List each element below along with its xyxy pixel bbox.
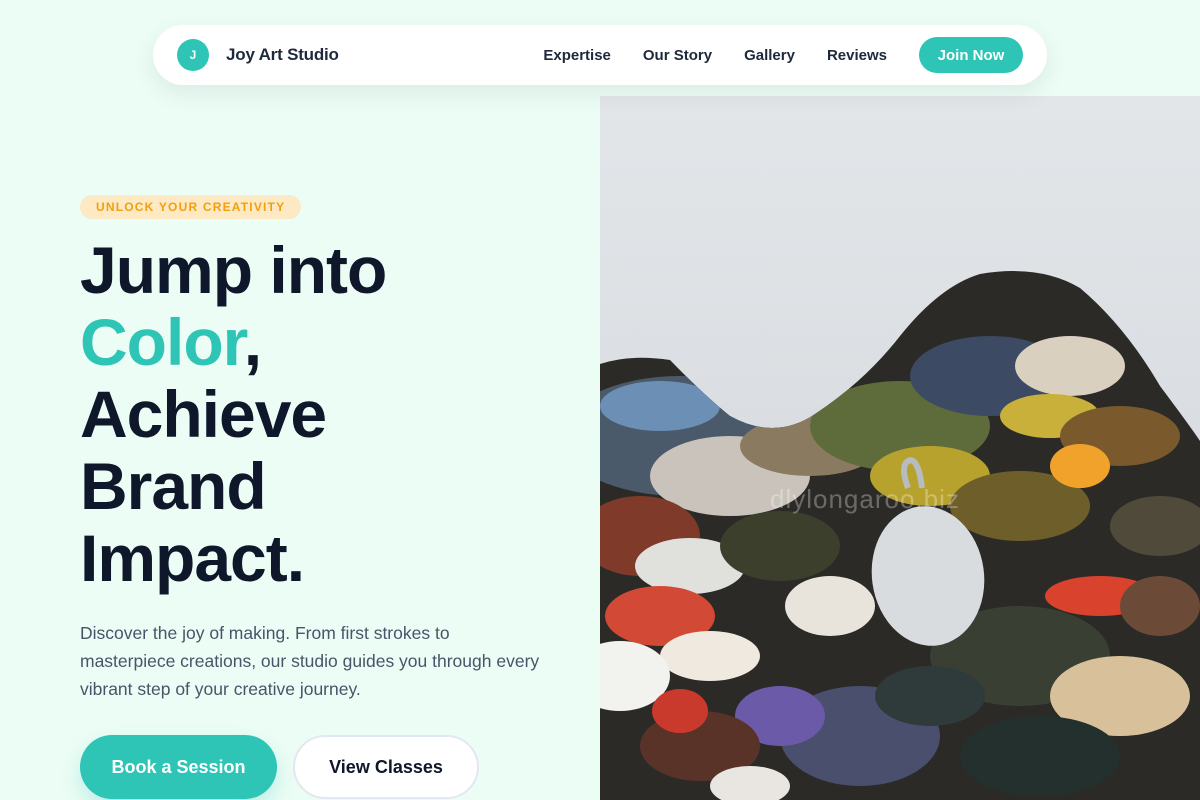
hero-headline: Jump into Color, Achieve Brand Impact. bbox=[80, 234, 580, 594]
paint-palette-illustration: dlylongaroo.biz bbox=[600, 96, 1200, 800]
hero-description: Discover the joy of making. From first s… bbox=[80, 623, 540, 699]
brand[interactable]: J Joy Art Studio bbox=[177, 39, 339, 71]
headline-line-5: Impact. bbox=[80, 521, 305, 595]
nav-link-expertise[interactable]: Expertise bbox=[543, 47, 611, 64]
brand-logo-icon: J bbox=[177, 39, 209, 71]
hero-image-paint-palette: dlylongaroo.biz bbox=[600, 96, 1200, 800]
view-classes-button[interactable]: View Classes bbox=[293, 735, 479, 799]
brand-name: Joy Art Studio bbox=[226, 45, 339, 64]
headline-accent-word: Color bbox=[80, 305, 245, 379]
top-navbar: J Joy Art Studio Expertise Our Story Gal… bbox=[153, 25, 1047, 85]
eyebrow-badge: UNLOCK YOUR CREATIVITY bbox=[80, 195, 302, 219]
book-session-button[interactable]: Book a Session bbox=[80, 735, 277, 799]
headline-line-2: Color, bbox=[80, 306, 580, 378]
nav-link-reviews[interactable]: Reviews bbox=[827, 47, 887, 64]
join-now-button[interactable]: Join Now bbox=[919, 37, 1023, 73]
headline-accent-comma: , bbox=[243, 305, 262, 379]
headline-line-3: Achieve bbox=[80, 377, 327, 451]
headline-line-4: Brand bbox=[80, 449, 267, 523]
nav-links: Expertise Our Story Gallery Reviews bbox=[543, 47, 887, 64]
headline-line-1: Jump into bbox=[80, 233, 387, 307]
nav-link-gallery[interactable]: Gallery bbox=[744, 47, 795, 64]
nav-link-our-story[interactable]: Our Story bbox=[643, 47, 712, 64]
